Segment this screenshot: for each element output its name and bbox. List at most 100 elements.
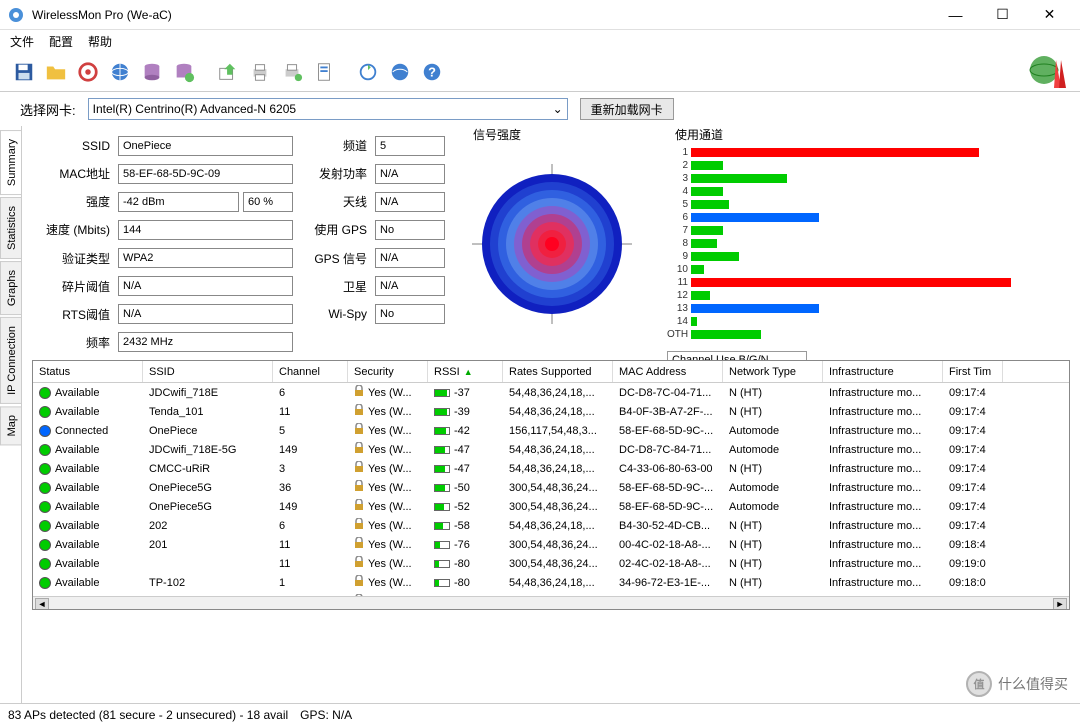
channel-bar-row: 13: [667, 302, 1062, 315]
channel-bar-row: 1: [667, 146, 1062, 159]
rssi-cell: -80: [428, 558, 503, 570]
rates-cell: 54,48,36,24,18,...: [503, 406, 613, 418]
rates-cell: 300,54,48,36,24...: [503, 482, 613, 494]
tab-summary[interactable]: Summary: [0, 130, 21, 195]
table-row[interactable]: AvailableOnePiece5G36Yes (W...-50300,54,…: [33, 478, 1069, 497]
network-icon[interactable]: [386, 58, 414, 86]
horizontal-scrollbar[interactable]: ◄ ►: [33, 596, 1069, 610]
auth-value: WPA2: [118, 248, 293, 268]
print-icon[interactable]: [246, 58, 274, 86]
help-icon[interactable]: ?: [418, 58, 446, 86]
rssi-bar-icon: [434, 389, 450, 397]
freq-value: 2432 MHz: [118, 332, 293, 352]
save-icon[interactable]: [10, 58, 38, 86]
close-button[interactable]: ✕: [1027, 1, 1072, 29]
logo-icon: [1026, 50, 1068, 95]
strength-dbm: -42 dBm: [118, 192, 239, 212]
ssid-value: OnePiece: [118, 136, 293, 156]
infra-cell: Infrastructure mo...: [823, 596, 943, 597]
table-column-header[interactable]: Status: [33, 361, 143, 382]
rates-cell: 54,48,36,24,18,...: [503, 520, 613, 532]
rssi-cell: -47: [428, 463, 503, 475]
menu-config[interactable]: 配置: [49, 33, 73, 50]
table-row[interactable]: Available20111Yes (W...-76300,54,48,36,2…: [33, 535, 1069, 554]
table-row[interactable]: AvailableTenda_10111Yes (W...-3954,48,36…: [33, 402, 1069, 421]
status-cell: Available: [33, 463, 143, 475]
table-row[interactable]: Available2026Yes (W...-5854,48,36,24,18,…: [33, 516, 1069, 535]
db-icon[interactable]: [138, 58, 166, 86]
table-body[interactable]: AvailableJDCwifi_718E6Yes (W...-3754,48,…: [33, 383, 1069, 596]
channel-bar: [691, 278, 1011, 287]
channel-bar: [691, 174, 787, 183]
time-cell: 09:18:4: [943, 539, 1003, 551]
status-dot-icon: [39, 539, 51, 551]
table-row[interactable]: ConnectedOnePiece5Yes (W...-42156,117,54…: [33, 421, 1069, 440]
folder-icon[interactable]: [42, 58, 70, 86]
nic-select[interactable]: Intel(R) Centrino(R) Advanced-N 6205 ⌄: [88, 98, 568, 120]
mac-cell: B4-0F-3B-A7-2F-...: [613, 406, 723, 418]
wispy-value: No: [375, 304, 445, 324]
table-row[interactable]: AvailableCMCC-uRiR3Yes (W...-4754,48,36,…: [33, 459, 1069, 478]
status-aps: 83 APs detected (81 secure - 2 unsecured…: [8, 708, 300, 722]
rts-label: RTS阈值: [32, 306, 112, 323]
table-column-header[interactable]: Network Type: [723, 361, 823, 382]
signal-title: 信号强度: [469, 126, 525, 143]
maximize-button[interactable]: ☐: [980, 1, 1025, 29]
table-row[interactable]: Available11Yes (W...-80300,54,48,36,24..…: [33, 554, 1069, 573]
table-row[interactable]: AvailableCandieddiary2Yes (W...-8554,48,…: [33, 592, 1069, 596]
minimize-button[interactable]: —: [933, 1, 978, 29]
status-cell: Connected: [33, 425, 143, 437]
tab-map[interactable]: Map: [0, 406, 21, 445]
tab-graphs[interactable]: Graphs: [0, 261, 21, 315]
rssi-cell: -50: [428, 482, 503, 494]
lock-icon: [354, 423, 364, 438]
channel-bar: [691, 304, 819, 313]
db2-icon[interactable]: [170, 58, 198, 86]
menu-file[interactable]: 文件: [10, 33, 34, 50]
table-column-header[interactable]: MAC Address: [613, 361, 723, 382]
gpssig-value: N/A: [375, 248, 445, 268]
channel-bar: [691, 187, 723, 196]
table-column-header[interactable]: Channel: [273, 361, 348, 382]
menu-help[interactable]: 帮助: [88, 33, 112, 50]
rssi-bar-icon: [434, 465, 450, 473]
ssid-cell: TP-102: [143, 577, 273, 589]
table-column-header[interactable]: Security: [348, 361, 428, 382]
table-row[interactable]: AvailableJDCwifi_718E-5G149Yes (W...-475…: [33, 440, 1069, 459]
channel-bar: [691, 330, 761, 339]
scroll-right-icon[interactable]: ►: [1053, 598, 1067, 610]
time-cell: 09:17:4: [943, 520, 1003, 532]
rates-cell: 54,48,36,24,18,...: [503, 596, 613, 597]
reload-button[interactable]: 重新加载网卡: [580, 98, 674, 120]
auth-label: 验证类型: [32, 250, 112, 267]
target-icon[interactable]: [74, 58, 102, 86]
channel-cell: 149: [273, 501, 348, 513]
world-icon[interactable]: [106, 58, 134, 86]
table-column-header[interactable]: First Tim: [943, 361, 1003, 382]
tab-ipconnection[interactable]: IP Connection: [0, 317, 21, 404]
channel-cell: 11: [273, 558, 348, 570]
ssid-cell: Candieddiary: [143, 596, 273, 597]
watermark: 值 什么值得买: [966, 671, 1068, 697]
table-column-header[interactable]: RSSI▲: [428, 361, 503, 382]
ntype-cell: N (HT): [723, 520, 823, 532]
table-row[interactable]: AvailableOnePiece5G149Yes (W...-52300,54…: [33, 497, 1069, 516]
printall-icon[interactable]: [278, 58, 306, 86]
table-column-header[interactable]: SSID: [143, 361, 273, 382]
mac-cell: DC-D8-7C-84-71...: [613, 444, 723, 456]
tab-statistics[interactable]: Statistics: [0, 197, 21, 259]
export-icon[interactable]: [214, 58, 242, 86]
scroll-left-icon[interactable]: ◄: [35, 598, 49, 610]
channel-bar-row: 5: [667, 198, 1062, 211]
rts-value: N/A: [118, 304, 293, 324]
rssi-cell: -42: [428, 425, 503, 437]
table-row[interactable]: AvailableJDCwifi_718E6Yes (W...-3754,48,…: [33, 383, 1069, 402]
table-column-header[interactable]: Infrastructure: [823, 361, 943, 382]
time-cell: 09:17:4: [943, 425, 1003, 437]
table-column-header[interactable]: Rates Supported: [503, 361, 613, 382]
status-dot-icon: [39, 520, 51, 532]
settings-icon[interactable]: [310, 58, 338, 86]
mac-cell: 58-EF-68-5D-9C-...: [613, 501, 723, 513]
refresh-icon[interactable]: [354, 58, 382, 86]
table-row[interactable]: AvailableTP-1021Yes (W...-8054,48,36,24,…: [33, 573, 1069, 592]
